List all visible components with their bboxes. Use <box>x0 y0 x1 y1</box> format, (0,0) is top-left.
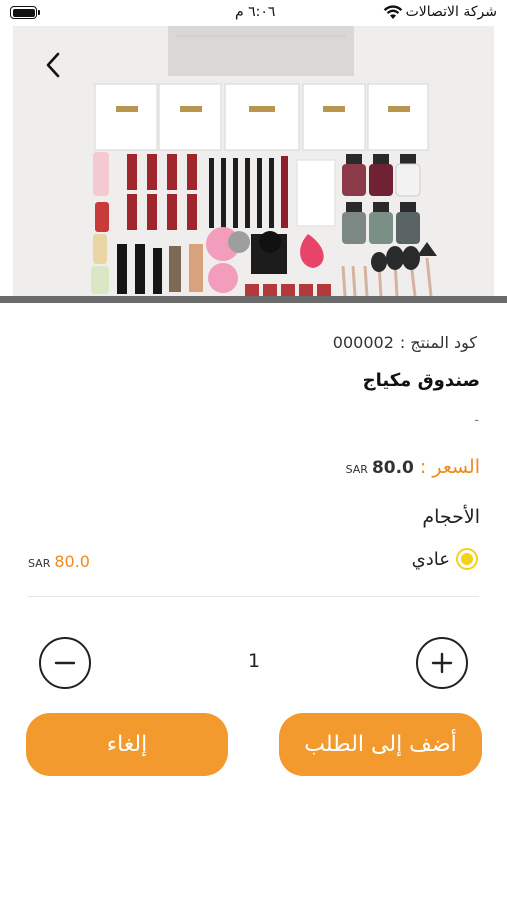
carrier-name: شركة الاتصالات <box>405 4 497 20</box>
add-to-order-button[interactable]: أضف إلى الطلب <box>279 713 482 776</box>
quantity-value: 1 <box>247 650 261 672</box>
price-row: السعر : 80.0 SAR <box>346 456 480 478</box>
makeup-kit-photo <box>13 26 494 296</box>
price-currency: SAR <box>345 463 368 476</box>
cancel-button[interactable]: إلغاء <box>26 713 228 776</box>
price-value: 80.0 <box>371 458 414 478</box>
sizes-title: الأحجام <box>422 506 480 528</box>
status-bar: شركة الاتصالات ٦:٠٦ م <box>0 0 507 26</box>
size-option-regular[interactable]: عادي <box>412 548 478 570</box>
price-label: السعر : <box>419 456 480 478</box>
carousel-dot[interactable] <box>228 231 250 253</box>
minus-icon <box>54 661 76 665</box>
quantity-decrease-button[interactable] <box>39 637 91 689</box>
back-button[interactable] <box>36 46 70 84</box>
image-divider <box>0 296 507 303</box>
quantity-increase-button[interactable] <box>416 637 468 689</box>
plus-icon <box>431 652 453 674</box>
radio-selected-icon[interactable] <box>456 548 478 570</box>
product-code-value: 000002 <box>332 333 394 352</box>
size-option-price: SAR 80.0 <box>28 552 90 571</box>
size-option-label: عادي <box>411 548 450 570</box>
product-code: كود المنتج : 000002 <box>333 333 477 352</box>
product-title: صندوق مكياج <box>362 370 480 391</box>
status-time: ٦:٠٦ م <box>235 4 276 20</box>
wifi-icon <box>383 5 403 19</box>
divider <box>28 596 479 597</box>
product-description: - <box>474 413 479 428</box>
carousel-dot-active[interactable] <box>259 231 281 253</box>
chevron-left-icon <box>46 52 60 78</box>
product-image[interactable] <box>13 26 494 296</box>
size-price-currency: SAR <box>28 557 51 570</box>
product-code-label: كود المنتج : <box>399 333 477 352</box>
battery-icon <box>10 6 40 19</box>
size-price-value: 80.0 <box>54 552 90 571</box>
